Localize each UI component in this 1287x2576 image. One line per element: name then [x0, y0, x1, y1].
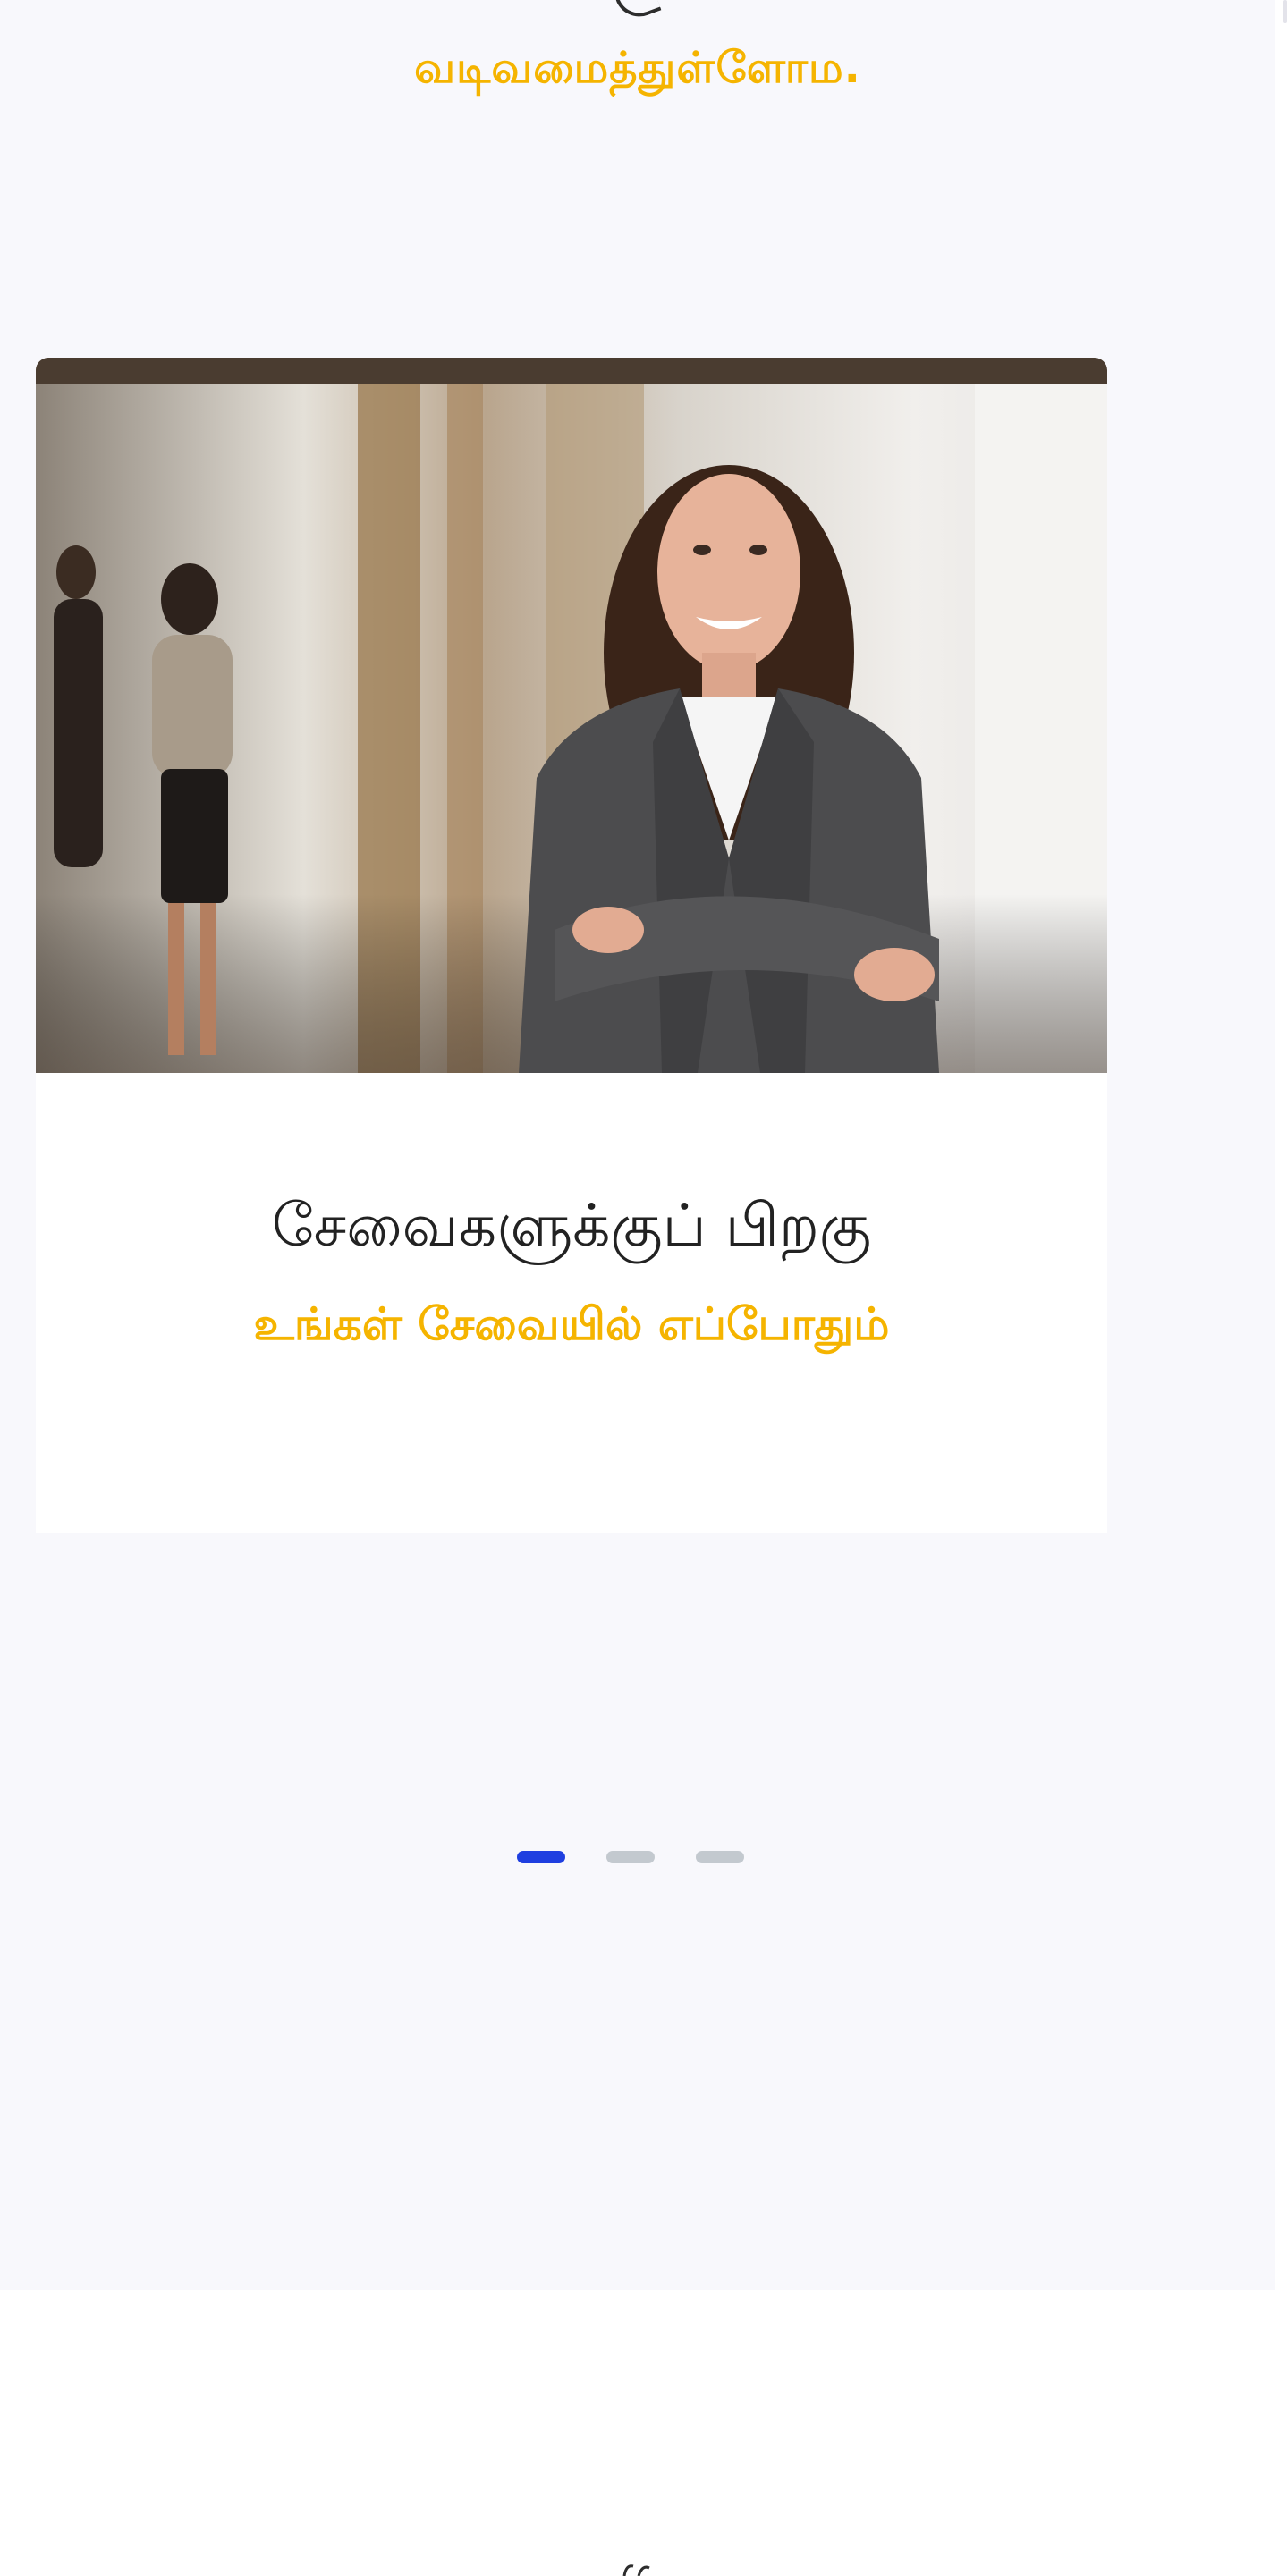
page-gutter — [1275, 0, 1287, 2290]
slide-photo — [36, 358, 1107, 1073]
carousel-dot-2[interactable] — [606, 1851, 655, 1863]
partial-glyph-icon — [622, 2564, 650, 2576]
carousel-section: வடிவமைத்துள்ளோம. சேவைகளுக்குப் பிறகு உங்… — [0, 0, 1275, 2290]
slide-title: சேவைகளுக்குப் பிறகு — [271, 1191, 872, 1260]
scrollbar-thumb[interactable] — [1283, 0, 1287, 23]
carousel-pagination — [517, 1851, 744, 1863]
slide-subtitle: உங்கள் சேவையில் எப்போதும் — [253, 1298, 890, 1350]
section-heading-tail: வடிவமைத்துள்ளோம. — [414, 43, 861, 93]
carousel-slide-card[interactable]: சேவைகளுக்குப் பிறகு உங்கள் சேவையில் எப்ப… — [36, 358, 1107, 1533]
businesswoman-photo — [36, 358, 1107, 1073]
carousel-dot-1[interactable] — [517, 1851, 565, 1863]
carousel-dot-3[interactable] — [696, 1851, 744, 1863]
decorative-curve-icon — [612, 0, 662, 24]
